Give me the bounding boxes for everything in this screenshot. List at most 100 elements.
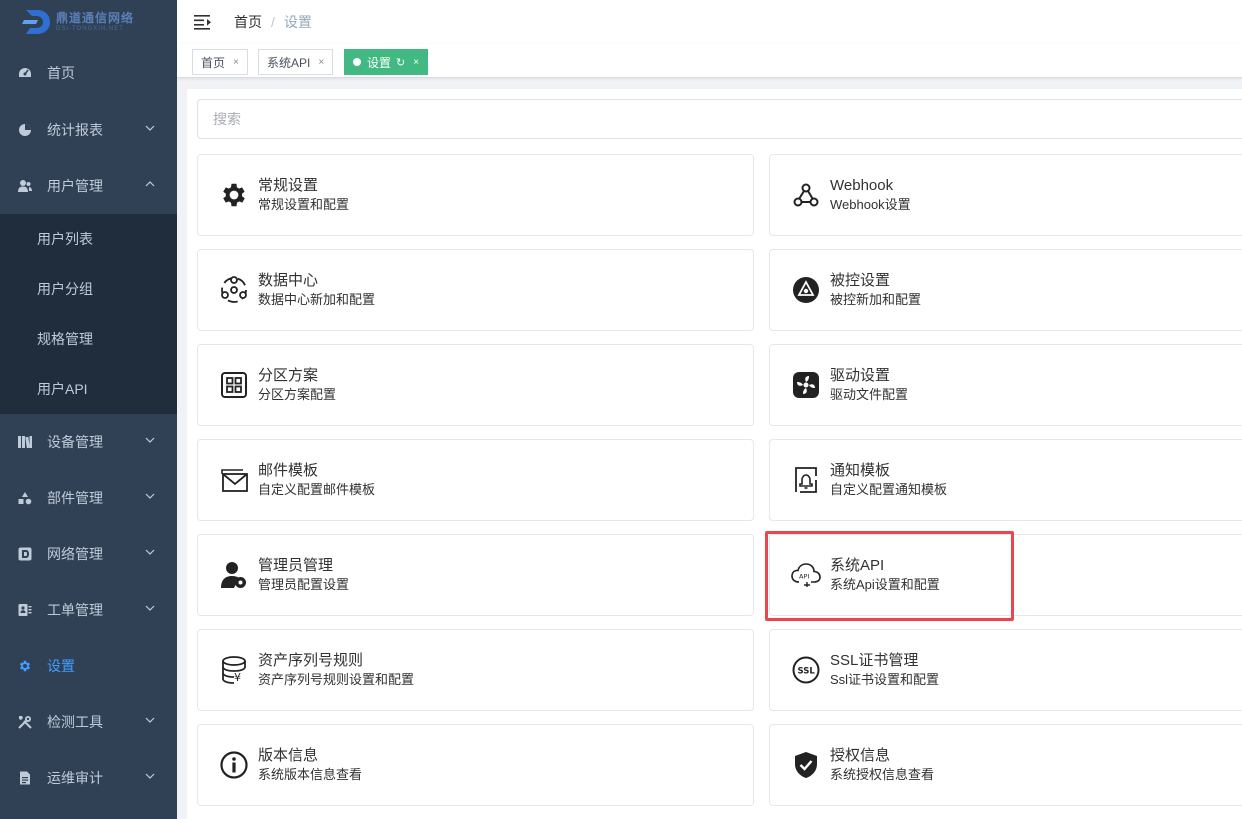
breadcrumb-separator: / bbox=[271, 14, 275, 30]
close-icon[interactable]: × bbox=[413, 57, 419, 68]
tag-home[interactable]: 首页 × bbox=[192, 49, 248, 75]
menu-label: 设置 bbox=[47, 658, 75, 674]
card-webhook[interactable]: Webhook Webhook设置 bbox=[769, 154, 1242, 236]
admin-icon bbox=[218, 559, 250, 591]
card-datacenter[interactable]: 数据中心 数据中心新加和配置 bbox=[197, 249, 754, 331]
controlled-icon bbox=[790, 274, 822, 306]
card-title: 授权信息 bbox=[830, 747, 891, 764]
card-title: 被控设置 bbox=[830, 272, 891, 289]
partition-icon bbox=[218, 369, 250, 401]
dashboard-icon bbox=[18, 66, 32, 80]
card-general-settings[interactable]: 常规设置 常规设置和配置 bbox=[197, 154, 754, 236]
chevron-down-icon bbox=[145, 717, 155, 723]
hamburger-menu-icon[interactable] bbox=[194, 14, 212, 30]
logo-subtitle: DSI-TONGXIN.NET bbox=[56, 26, 124, 32]
card-driver-settings[interactable]: 驱动设置 驱动文件配置 bbox=[769, 344, 1242, 426]
menu-item-network[interactable]: 网络管理 bbox=[0, 526, 177, 582]
chevron-down-icon bbox=[145, 605, 155, 611]
menu-item-settings[interactable]: 设置 bbox=[0, 638, 177, 694]
logo[interactable]: 鼎道通信网络 DSI-TONGXIN.NET bbox=[0, 0, 177, 44]
menu-item-components[interactable]: 部件管理 bbox=[0, 470, 177, 526]
tag-label: 设置 bbox=[367, 55, 392, 70]
menu-label: 检测工具 bbox=[47, 714, 103, 730]
submenu-item-user-api[interactable]: 用户API bbox=[0, 364, 177, 414]
info-icon bbox=[218, 749, 250, 781]
card-description: 驱动文件配置 bbox=[830, 387, 909, 402]
card-description: 管理员配置设置 bbox=[258, 577, 350, 592]
card-mail-template[interactable]: 邮件模板 自定义配置邮件模板 bbox=[197, 439, 754, 521]
menu-label: 工单管理 bbox=[47, 602, 103, 618]
card-ssl-certificates[interactable]: SSL SSL证书管理 Ssl证书设置和配置 bbox=[769, 629, 1242, 711]
work-order-icon bbox=[18, 603, 32, 617]
menu-item-home[interactable]: 首页 bbox=[0, 44, 177, 102]
chevron-down-icon bbox=[145, 549, 155, 555]
submenu-item-specs[interactable]: 规格管理 bbox=[0, 314, 177, 364]
tags-view: 首页 × 系统API × 设置 ↻ × bbox=[177, 44, 1242, 78]
card-title: 数据中心 bbox=[258, 272, 319, 289]
card-version-info[interactable]: 版本信息 系统版本信息查看 bbox=[197, 724, 754, 806]
gear-icon bbox=[218, 179, 250, 211]
tag-system-api[interactable]: 系统API × bbox=[258, 49, 334, 75]
sidebar: 鼎道通信网络 DSI-TONGXIN.NET 首页 统计报表 用户管理 用户列表… bbox=[0, 0, 177, 819]
tag-label: 首页 bbox=[201, 55, 226, 70]
breadcrumb: 首页 / 设置 bbox=[234, 12, 312, 32]
datacenter-icon bbox=[218, 274, 250, 306]
card-system-api[interactable]: API 系统API 系统Api设置和配置 bbox=[769, 534, 1242, 616]
card-description: 常规设置和配置 bbox=[258, 197, 350, 212]
tag-settings[interactable]: 设置 ↻ × bbox=[344, 49, 429, 75]
menu-label: 用户管理 bbox=[47, 178, 103, 194]
driver-icon bbox=[790, 369, 822, 401]
menu-item-work-orders[interactable]: 工单管理 bbox=[0, 582, 177, 638]
svg-text:SSL: SSL bbox=[798, 667, 816, 677]
card-title: 常规设置 bbox=[258, 177, 319, 194]
menu-item-devices[interactable]: 设备管理 bbox=[0, 414, 177, 470]
menu-label: 统计报表 bbox=[47, 122, 103, 138]
card-asset-serial-rules[interactable]: ¥ 资产序列号规则 资产序列号规则设置和配置 bbox=[197, 629, 754, 711]
search-input[interactable] bbox=[197, 99, 1242, 139]
card-notification-template[interactable]: 通知模板 自定义配置通知模板 bbox=[769, 439, 1242, 521]
notification-icon bbox=[790, 464, 822, 496]
users-submenu: 用户列表 用户分组 规格管理 用户API bbox=[0, 214, 177, 414]
card-description: Webhook设置 bbox=[830, 197, 911, 212]
refresh-icon[interactable]: ↻ bbox=[396, 56, 405, 69]
card-title: 版本信息 bbox=[258, 747, 319, 764]
card-description: 被控新加和配置 bbox=[830, 292, 922, 307]
card-description: 系统版本信息查看 bbox=[258, 767, 363, 782]
card-description: 分区方案配置 bbox=[258, 387, 337, 402]
chevron-down-icon bbox=[145, 125, 155, 131]
audit-icon bbox=[18, 771, 32, 785]
breadcrumb-current: 设置 bbox=[283, 14, 312, 30]
menu-item-users[interactable]: 用户管理 bbox=[0, 158, 177, 214]
close-icon[interactable]: × bbox=[233, 57, 239, 68]
menu-item-tools[interactable]: 检测工具 bbox=[0, 694, 177, 750]
logo-title: 鼎道通信网络 bbox=[56, 11, 135, 25]
ssl-icon: SSL bbox=[790, 654, 822, 686]
menu-item-reports[interactable]: 统计报表 bbox=[0, 102, 177, 158]
card-title: SSL证书管理 bbox=[830, 652, 919, 669]
menu-item-audit[interactable]: 运维审计 bbox=[0, 750, 177, 806]
card-license-info[interactable]: 授权信息 系统授权信息查看 bbox=[769, 724, 1242, 806]
svg-text:API: API bbox=[799, 573, 809, 581]
submenu-item-user-list[interactable]: 用户列表 bbox=[0, 214, 177, 264]
tag-label: 系统API bbox=[267, 55, 311, 70]
menu-label: 设备管理 bbox=[47, 434, 103, 450]
chevron-up-icon bbox=[145, 181, 155, 187]
card-description: 系统Api设置和配置 bbox=[830, 577, 940, 592]
submenu-item-user-groups[interactable]: 用户分组 bbox=[0, 264, 177, 314]
card-partition-scheme[interactable]: 分区方案 分区方案配置 bbox=[197, 344, 754, 426]
mail-icon bbox=[218, 464, 250, 496]
breadcrumb-home[interactable]: 首页 bbox=[234, 12, 262, 32]
menu-label: 网络管理 bbox=[47, 546, 103, 562]
card-title: 资产序列号规则 bbox=[258, 652, 364, 669]
card-title: 邮件模板 bbox=[258, 462, 319, 479]
chevron-down-icon bbox=[145, 773, 155, 779]
gear-icon bbox=[18, 659, 32, 673]
shield-icon bbox=[790, 749, 822, 781]
card-description: Ssl证书设置和配置 bbox=[830, 672, 940, 687]
active-dot-icon bbox=[353, 58, 361, 66]
close-icon[interactable]: × bbox=[318, 57, 324, 68]
chevron-down-icon bbox=[145, 493, 155, 499]
card-admin-management[interactable]: 管理员管理 管理员配置设置 bbox=[197, 534, 754, 616]
card-description: 自定义配置通知模板 bbox=[830, 482, 948, 497]
card-controlled-settings[interactable]: 被控设置 被控新加和配置 bbox=[769, 249, 1242, 331]
